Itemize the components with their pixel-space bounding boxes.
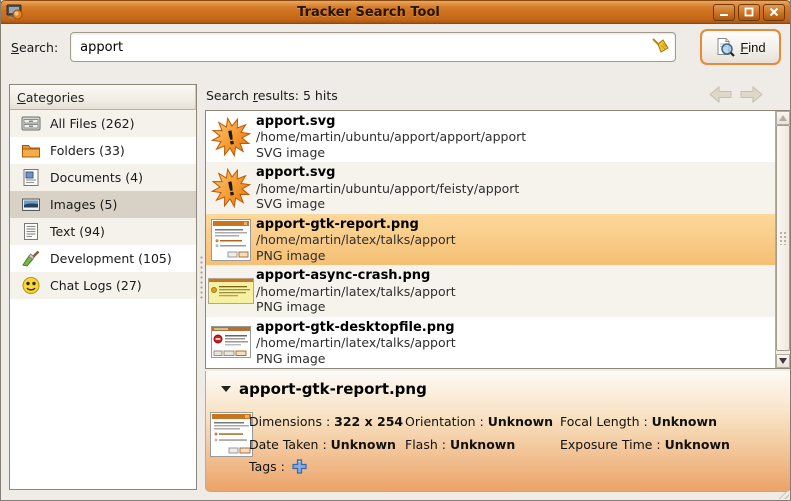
sidebar-item-all-files[interactable]: All Files (262)	[10, 110, 196, 137]
png-thumbnail	[211, 326, 251, 358]
result-path: /home/martin/latex/talks/apport	[256, 335, 456, 351]
image-icon	[21, 195, 41, 214]
svg-crash-icon: !	[211, 168, 251, 208]
result-type: PNG image	[256, 351, 456, 367]
categories-panel: Categories All Files (262) Folders (33)	[9, 84, 197, 490]
result-path: /home/martin/latex/talks/apport	[256, 284, 456, 300]
scroll-up-icon	[779, 115, 787, 121]
previous-results-icon[interactable]	[708, 85, 733, 104]
result-title: apport.svg	[256, 114, 526, 130]
search-input[interactable]	[70, 32, 676, 62]
metadata-grid: Dimensions : 322 x 254 Orientation : Unk…	[249, 410, 730, 456]
metadata-field: Date Taken : Unknown	[249, 437, 405, 452]
result-title: apport-async-crash.png	[256, 268, 456, 284]
sidebar-item-label: Documents (4)	[50, 170, 143, 185]
pane-resize-handle[interactable]	[199, 255, 204, 301]
result-type: SVG image	[256, 196, 519, 212]
window-title: Tracker Search Tool	[24, 5, 713, 20]
result-path: /home/martin/ubuntu/apport/feisty/apport	[256, 181, 519, 197]
result-row[interactable]: ! apport.svg /home/martin/ubuntu/apport/…	[206, 111, 775, 162]
results-scrollbar[interactable]	[775, 111, 790, 368]
result-row[interactable]: apport-async-crash.png /home/martin/late…	[206, 265, 775, 316]
minimize-button[interactable]	[713, 4, 735, 21]
find-button[interactable]: Find	[701, 30, 780, 64]
result-row[interactable]: ! apport.svg /home/martin/ubuntu/apport/…	[206, 162, 775, 213]
scrollbar-thumb[interactable]	[776, 125, 790, 351]
sidebar-item-label: All Files (262)	[50, 116, 135, 131]
next-results-icon[interactable]	[739, 85, 764, 104]
tags-label: Tags :	[249, 459, 285, 474]
png-thumbnail	[208, 278, 254, 304]
maximize-button[interactable]	[738, 4, 760, 21]
sidebar-item-text[interactable]: Text (94)	[10, 218, 196, 245]
document-icon	[21, 168, 41, 187]
metadata-field: Flash : Unknown	[405, 437, 560, 452]
find-label: Find	[740, 40, 765, 55]
sidebar-item-chat-logs[interactable]: Chat Logs (27)	[10, 272, 196, 299]
text-icon	[21, 222, 41, 241]
expander-triangle-icon	[221, 386, 231, 392]
find-icon	[715, 37, 735, 57]
development-icon	[21, 249, 41, 268]
metadata-field: Dimensions : 322 x 254	[249, 414, 405, 429]
details-panel: apport-gtk-report.png Dimensions : 322 x…	[205, 371, 791, 492]
svg-crash-icon: !	[211, 117, 251, 157]
result-row[interactable]: apport-gtk-desktopfile.png /home/martin/…	[206, 317, 775, 368]
sidebar-item-images[interactable]: Images (5)	[10, 191, 196, 218]
sidebar-item-development[interactable]: Development (105)	[10, 245, 196, 272]
scroll-down-button[interactable]	[776, 354, 790, 368]
results-count-label: Search results: 5 hits	[206, 88, 338, 103]
categories-header[interactable]: Categories	[10, 85, 196, 110]
minimize-icon	[718, 6, 730, 18]
result-type: PNG image	[256, 248, 456, 264]
result-type: SVG image	[256, 145, 526, 161]
png-thumbnail	[211, 219, 251, 261]
close-icon	[768, 6, 780, 18]
result-type: PNG image	[256, 299, 456, 315]
scroll-up-button[interactable]	[776, 111, 790, 125]
tracker-search-tool-window: Tracker Search Tool Search:	[0, 0, 791, 501]
sidebar-item-label: Text (94)	[50, 224, 105, 239]
metadata-field: Orientation : Unknown	[405, 414, 560, 429]
scrollbar-grip-icon	[779, 231, 787, 245]
details-title: apport-gtk-report.png	[239, 380, 427, 398]
titlebar[interactable]: Tracker Search Tool	[0, 0, 791, 24]
scroll-down-icon	[779, 358, 787, 364]
details-expander[interactable]: apport-gtk-report.png	[221, 380, 427, 398]
results-list: ! apport.svg /home/martin/ubuntu/apport/…	[205, 110, 791, 369]
maximize-icon	[743, 6, 755, 18]
metadata-field: Focal Length : Unknown	[560, 414, 730, 429]
add-tag-icon[interactable]	[292, 459, 307, 474]
result-title: apport-gtk-desktopfile.png	[256, 320, 456, 336]
details-thumbnail	[210, 412, 253, 457]
tracker-app-icon	[5, 3, 24, 21]
sidebar-item-label: Images (5)	[50, 197, 117, 212]
sidebar-item-folders[interactable]: Folders (33)	[10, 137, 196, 164]
all-files-icon	[21, 114, 41, 133]
sidebar-item-label: Development (105)	[50, 251, 172, 266]
result-row-selected[interactable]: apport-gtk-report.png /home/martin/latex…	[206, 214, 775, 265]
search-bar: Search: Find	[1, 29, 790, 65]
search-label: Search:	[11, 40, 58, 55]
folder-icon	[21, 141, 41, 160]
result-title: apport-gtk-report.png	[256, 217, 456, 233]
metadata-field: Exposure Time : Unknown	[560, 437, 730, 452]
chat-logs-icon	[21, 276, 41, 295]
sidebar-item-label: Chat Logs (27)	[50, 278, 142, 293]
sidebar-item-documents[interactable]: Documents (4)	[10, 164, 196, 191]
clear-search-icon[interactable]	[649, 37, 669, 57]
result-path: /home/martin/latex/talks/apport	[256, 232, 456, 248]
result-path: /home/martin/ubuntu/apport/apport/apport	[256, 129, 526, 145]
close-button[interactable]	[763, 4, 785, 21]
result-title: apport.svg	[256, 165, 519, 181]
sidebar-item-label: Folders (33)	[50, 143, 125, 158]
